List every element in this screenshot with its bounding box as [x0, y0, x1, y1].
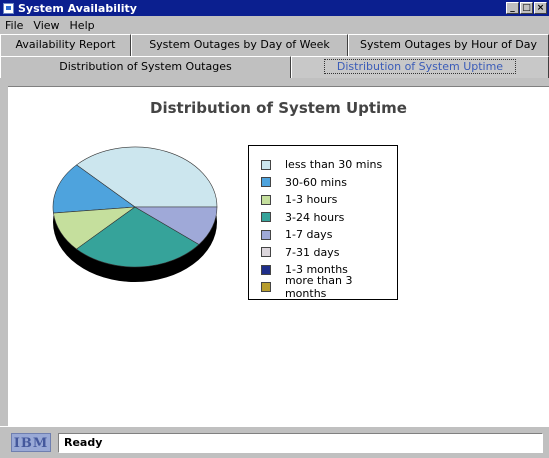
- minimize-icon[interactable]: _: [506, 2, 519, 14]
- tab-availability-report[interactable]: Availability Report: [0, 34, 131, 56]
- legend-item: 7-31 days: [261, 244, 397, 262]
- tab-distribution-uptime-label: Distribution of System Uptime: [323, 59, 517, 74]
- tab-distribution-outages[interactable]: Distribution of System Outages: [0, 56, 291, 78]
- menu-view[interactable]: View: [28, 19, 64, 32]
- legend-label-3: 3-24 hours: [285, 210, 345, 224]
- legend-swatch-4: [261, 229, 271, 240]
- legend-label-2: 1-3 hours: [285, 193, 338, 207]
- legend-swatch-3: [261, 212, 271, 223]
- legend-item: 30-60 mins: [261, 174, 397, 192]
- legend-swatch-7: [261, 282, 271, 293]
- legend-label-5: 7-31 days: [285, 245, 340, 259]
- legend-label-7: more than 3 months: [284, 274, 353, 301]
- legend-item: 3-24 hours: [261, 209, 397, 227]
- left-rail: [0, 86, 8, 426]
- window-title: System Availability: [18, 1, 137, 15]
- chart-title: Distribution of System Uptime: [150, 99, 407, 117]
- tab-outages-by-day[interactable]: System Outages by Day of Week: [131, 34, 348, 56]
- tab-strip: Availability Report System Outages by Da…: [0, 34, 549, 78]
- tab-row-2: Distribution of System Outages Distribut…: [0, 56, 549, 78]
- menu-bar: File View Help: [0, 16, 549, 34]
- maximize-icon[interactable]: □: [520, 2, 533, 14]
- ibm-logo: IBM: [11, 433, 51, 452]
- title-bar: System Availability _ □ ×: [0, 0, 549, 16]
- tab-row-1: Availability Report System Outages by Da…: [0, 34, 549, 56]
- tab-outages-by-hour[interactable]: System Outages by Hour of Day: [348, 34, 549, 56]
- app-icon: [3, 2, 14, 14]
- legend-swatch-0: [261, 159, 271, 170]
- close-icon[interactable]: ×: [534, 2, 547, 14]
- window-controls: _ □ ×: [506, 2, 547, 14]
- status-text: Ready: [58, 432, 543, 453]
- menu-help[interactable]: Help: [65, 19, 100, 32]
- tab-distribution-uptime[interactable]: Distribution of System Uptime: [291, 56, 549, 78]
- legend: less than 30 mins 30-60 mins 1-3 hours 3…: [248, 145, 398, 300]
- legend-swatch-5: [261, 247, 271, 258]
- legend-label-4: 1-7 days: [285, 228, 333, 242]
- legend-item: more than 3 months: [261, 274, 397, 300]
- legend-swatch-2: [261, 194, 271, 205]
- legend-item: 1-3 hours: [261, 191, 397, 209]
- status-bar: IBM Ready: [0, 426, 549, 458]
- chart-panel: Distribution of System Uptime less than …: [8, 86, 549, 427]
- legend-swatch-1: [261, 177, 271, 188]
- legend-item: 1-7 days: [261, 226, 397, 244]
- legend-item: less than 30 mins: [261, 156, 397, 174]
- legend-swatch-6: [261, 264, 271, 275]
- legend-label-0: less than 30 mins: [285, 158, 383, 172]
- legend-label-1: 30-60 mins: [285, 175, 347, 189]
- pie-chart: [52, 146, 218, 282]
- menu-file[interactable]: File: [0, 19, 28, 32]
- pie-slices: [52, 146, 218, 268]
